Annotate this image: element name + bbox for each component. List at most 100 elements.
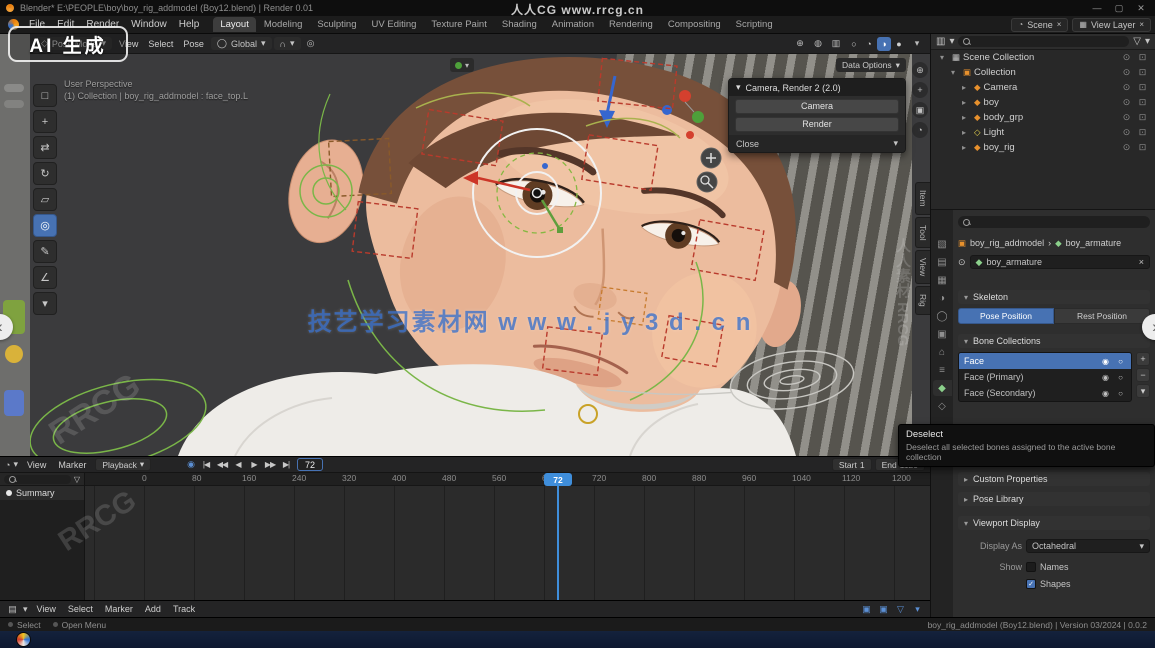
collection-solo-icon[interactable]: ○ xyxy=(1115,357,1126,366)
properties-tab[interactable]: ◇ xyxy=(933,398,952,414)
shading-mode-button[interactable]: ◑ xyxy=(877,37,891,51)
panel-button[interactable]: Render xyxy=(735,117,899,132)
display-as-dropdown[interactable]: Octahedral▾ xyxy=(1026,539,1150,553)
properties-tab[interactable]: ▦ xyxy=(933,272,952,288)
list-action-button[interactable]: − xyxy=(1136,368,1150,382)
transport-button[interactable]: ▶| xyxy=(278,458,294,471)
tool-button[interactable]: ∠ xyxy=(33,266,57,289)
timeline-grid[interactable] xyxy=(85,486,930,600)
tool-button[interactable]: + xyxy=(33,110,57,133)
outliner-row[interactable]: ▸ ◆ boy_rig ⊙ ⊡ xyxy=(931,140,1155,155)
filter-icon[interactable]: ▽ xyxy=(74,475,80,484)
dope-toggle-icon[interactable]: ▽ xyxy=(893,604,908,615)
menu[interactable]: Window xyxy=(125,18,173,31)
menu[interactable]: Marker xyxy=(52,459,92,471)
workspace-tab[interactable]: Rendering xyxy=(602,17,660,32)
bone-collection-name[interactable]: Face (Primary) xyxy=(964,372,1024,382)
view-layer-selector[interactable]: ▦View Layer× xyxy=(1072,18,1151,32)
collection-visibility-icon[interactable]: ◉ xyxy=(1100,357,1111,366)
properties-tab[interactable]: ▣ xyxy=(933,326,952,342)
outliner-row[interactable]: ▾ ▦ Scene Collection ⊙ ⊡ xyxy=(931,50,1155,65)
tool-button[interactable]: ✎ xyxy=(33,240,57,263)
rest-position-button[interactable]: Rest Position xyxy=(1054,308,1150,324)
bone-collection-row[interactable]: Face (Secondary) ◉ ○ xyxy=(959,385,1131,401)
frame-start-field[interactable]: Start1 xyxy=(832,458,872,471)
pose-position-button[interactable]: Pose Position xyxy=(958,308,1054,324)
tool-button[interactable]: ◎ xyxy=(33,214,57,237)
shading-dropdown-icon[interactable]: ▾ xyxy=(909,38,925,49)
gizmo-ball-red-small[interactable] xyxy=(686,131,694,139)
shapes-checkbox[interactable]: ✓ xyxy=(1026,579,1036,589)
gizmo-ball-red[interactable] xyxy=(679,90,691,102)
hide-viewport-toggle-icon[interactable]: ⊙ xyxy=(1120,112,1133,123)
properties-tab[interactable]: ◑ xyxy=(933,290,952,306)
dope-toggle-icon[interactable]: ▣ xyxy=(876,604,891,615)
tool-color-chip[interactable]: ▾ xyxy=(450,58,474,72)
hide-viewport-toggle-icon[interactable]: ⊙ xyxy=(1120,52,1133,63)
outliner-row[interactable]: ▾ ▣ Collection ⊙ ⊡ xyxy=(931,65,1155,80)
gizmo-ball-green[interactable] xyxy=(692,111,704,123)
outliner-row[interactable]: ▸ ◇ Light ⊙ ⊡ xyxy=(931,125,1155,140)
object-name[interactable]: Camera xyxy=(984,82,1018,93)
properties-tab[interactable]: ◆ xyxy=(933,380,952,396)
transport-button[interactable]: ▶▶ xyxy=(262,458,278,471)
editor-dropdown-icon[interactable]: ▾ xyxy=(13,459,18,470)
properties-search[interactable] xyxy=(958,216,1150,228)
filter-icon[interactable]: ▽ xyxy=(1133,36,1141,47)
viewport-toggle-icon[interactable]: ◍ xyxy=(810,38,826,49)
auto-keying-toggle-icon[interactable]: ◉ xyxy=(187,459,195,470)
skeleton-section-header[interactable]: ▾Skeleton xyxy=(958,290,1150,304)
hide-viewport-toggle-icon[interactable]: ⊙ xyxy=(1120,82,1133,93)
gizmo-ball-blue[interactable] xyxy=(662,105,672,115)
hide-viewport-toggle-icon[interactable]: ⊙ xyxy=(1120,67,1133,78)
dope-toggle-icon[interactable]: ▾ xyxy=(910,604,925,615)
menu[interactable]: Pose xyxy=(178,38,209,50)
close-icon[interactable]: × xyxy=(1057,20,1062,29)
hide-viewport-toggle-icon[interactable]: ⊙ xyxy=(1120,127,1133,138)
maximize-button[interactable]: ▢ xyxy=(1111,3,1127,14)
outliner-row[interactable]: ▸ ◆ boy ⊙ ⊡ xyxy=(931,95,1155,110)
menu[interactable]: Add xyxy=(139,603,167,615)
properties-tab[interactable]: ≡ xyxy=(933,362,952,378)
current-frame-field[interactable]: 72 xyxy=(297,458,323,471)
transport-button[interactable]: ▶ xyxy=(246,458,262,471)
viewport-nav-button[interactable]: ▣ xyxy=(912,102,928,118)
collection-solo-icon[interactable]: ○ xyxy=(1115,389,1126,398)
workspace-tab[interactable]: UV Editing xyxy=(365,17,424,32)
shading-mode-button[interactable]: ◔ xyxy=(862,37,876,51)
pin-icon[interactable]: ⊙ xyxy=(958,257,966,268)
names-checkbox[interactable] xyxy=(1026,562,1036,572)
transport-button[interactable]: ◀ xyxy=(230,458,246,471)
list-action-button[interactable]: + xyxy=(1136,352,1150,366)
menu[interactable]: Select xyxy=(143,38,178,50)
disable-render-toggle-icon[interactable]: ⊡ xyxy=(1136,112,1149,123)
tool-button[interactable]: ▾ xyxy=(33,292,57,315)
bone-collection-row[interactable]: Face (Primary) ◉ ○ xyxy=(959,369,1131,385)
breadcrumb-object[interactable]: boy_rig_addmodel xyxy=(970,238,1044,248)
playhead-frame-badge[interactable]: 72 xyxy=(544,473,572,486)
tool-button[interactable]: ↻ xyxy=(33,162,57,185)
panel-close-row[interactable]: Close▾ xyxy=(729,135,905,152)
editor-dropdown-icon[interactable]: ▾ xyxy=(949,36,954,47)
zoom-button[interactable] xyxy=(697,172,717,192)
collection-visibility-icon[interactable]: ◉ xyxy=(1100,373,1111,382)
object-name[interactable]: Light xyxy=(984,127,1005,138)
object-name[interactable]: body_grp xyxy=(984,112,1024,123)
outliner-row[interactable]: ▸ ◆ Camera ⊙ ⊡ xyxy=(931,80,1155,95)
properties-tab[interactable]: ▤ xyxy=(933,254,952,270)
shading-mode-button[interactable]: ○ xyxy=(847,37,861,51)
menu[interactable]: View xyxy=(21,459,52,471)
orientation-selector[interactable]: ◯Global▾ xyxy=(211,37,272,50)
unlink-icon[interactable]: × xyxy=(1139,257,1144,267)
menu[interactable]: Track xyxy=(167,603,201,615)
gizmo-y-handle[interactable] xyxy=(557,227,563,233)
scene-selector[interactable]: ◔Scene× xyxy=(1011,18,1068,32)
tool-button[interactable]: ⇄ xyxy=(33,136,57,159)
object-name[interactable]: Scene Collection xyxy=(963,52,1034,63)
collection-solo-icon[interactable]: ○ xyxy=(1115,373,1126,382)
tool-button[interactable]: ▱ xyxy=(33,188,57,211)
breadcrumb-data[interactable]: boy_armature xyxy=(1066,238,1122,248)
shading-mode-button[interactable]: ● xyxy=(892,37,906,51)
sidebar-tab[interactable]: View xyxy=(915,250,930,284)
object-name[interactable]: boy_rig xyxy=(984,142,1015,153)
